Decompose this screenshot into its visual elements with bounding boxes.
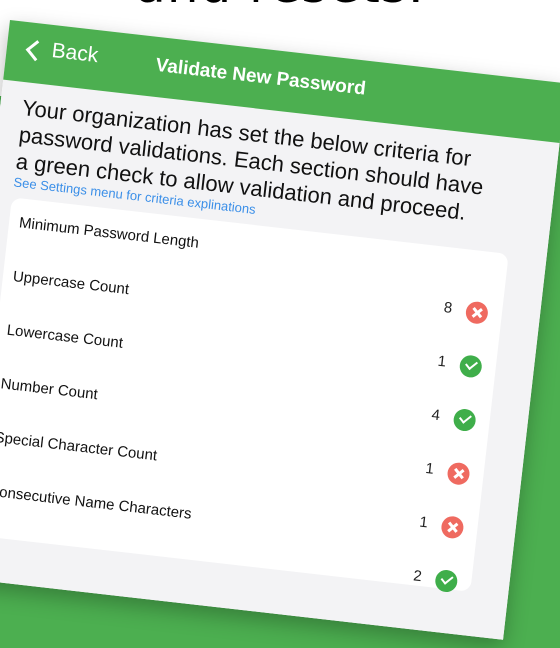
phone-screen: Back Validate New Password Your organiza…	[0, 20, 560, 640]
criteria-count: 2	[412, 567, 423, 586]
background-caption: and resets.	[0, 0, 560, 14]
criteria-label: Lowercase Count	[5, 321, 124, 352]
page-title: Validate New Password	[154, 54, 367, 100]
criteria-label: Minimum Password Length	[18, 214, 200, 252]
criteria-label: Uppercase Count	[12, 268, 130, 299]
back-label: Back	[50, 39, 100, 68]
screenshot-stage: and resets. Back Validate New Password Y…	[0, 0, 560, 648]
criteria-list: Minimum Password Length 8 Uppercase Coun…	[0, 197, 509, 594]
content-area: Your organization has set the below crit…	[0, 79, 560, 640]
criteria-label: Number Count	[0, 375, 99, 404]
check-circle-icon	[434, 568, 459, 594]
back-button[interactable]: Back	[25, 36, 100, 68]
criteria-label: Special Character Count	[0, 428, 158, 465]
chevron-left-icon	[25, 39, 47, 61]
